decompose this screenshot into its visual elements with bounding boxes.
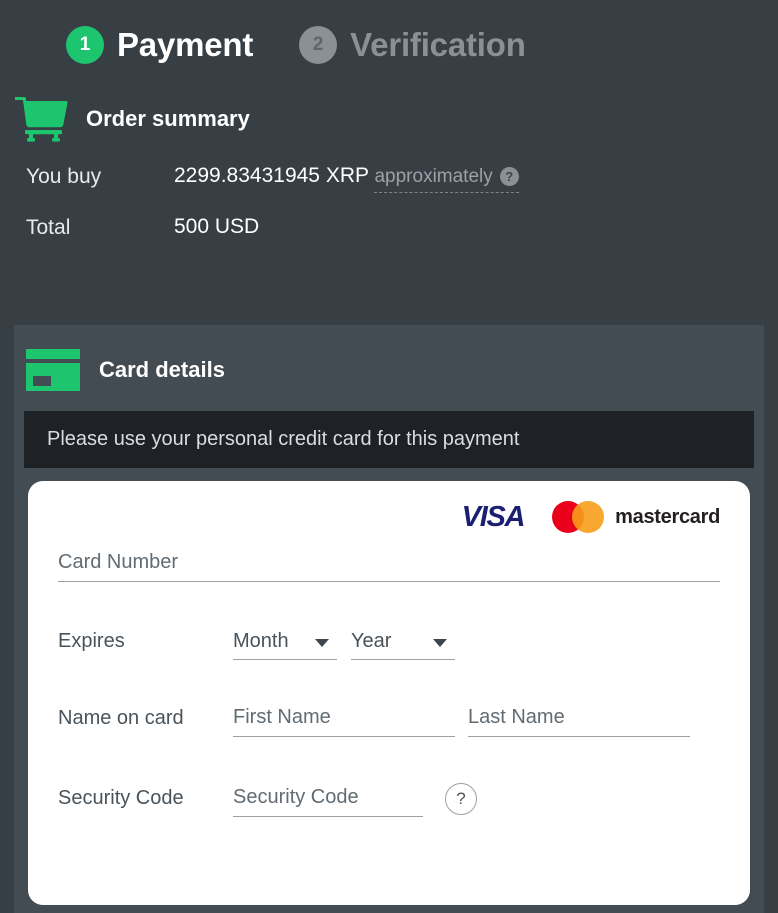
help-circle-icon[interactable]: ? bbox=[499, 167, 519, 187]
total-label: Total bbox=[26, 215, 71, 239]
approximately-label: approximately bbox=[374, 166, 493, 187]
expires-label: Expires bbox=[58, 630, 125, 652]
security-code-label: Security Code bbox=[58, 787, 184, 809]
card-details-panel: Card details Please use your personal cr… bbox=[14, 325, 764, 913]
first-name-input[interactable] bbox=[233, 706, 455, 737]
card-details-header: Card details bbox=[14, 325, 764, 392]
name-on-card-row: Name on card bbox=[58, 706, 720, 737]
checkout-steps: 1 Payment 2 Verification bbox=[0, 0, 778, 64]
security-code-input[interactable] bbox=[233, 786, 423, 817]
step-payment[interactable]: 1 Payment bbox=[66, 26, 253, 64]
step-payment-label: Payment bbox=[117, 26, 254, 63]
expiry-year-wrap: Year bbox=[337, 630, 455, 660]
card-notice-banner: Please use your personal credit card for… bbox=[24, 411, 754, 468]
summary-row-you-buy: You buy 2299.83431945 XRP approximately … bbox=[26, 163, 778, 193]
expires-row: Expires Month Year bbox=[58, 630, 720, 660]
you-buy-label: You buy bbox=[26, 165, 102, 188]
order-summary-title: Order summary bbox=[86, 106, 250, 131]
summary-row-total: Total 500 USD bbox=[26, 214, 778, 240]
accepted-card-brands: VISA mastercard bbox=[58, 497, 720, 537]
last-name-input[interactable] bbox=[468, 706, 690, 737]
security-code-help-icon[interactable]: ? bbox=[445, 783, 477, 815]
total-value: 500 USD bbox=[174, 214, 260, 238]
card-details-title: Card details bbox=[99, 357, 225, 382]
mastercard-logo: mastercard bbox=[552, 501, 720, 533]
step-verification[interactable]: 2 Verification bbox=[299, 26, 526, 64]
approximately-tooltip[interactable]: approximately ? bbox=[374, 165, 519, 193]
card-notice-text: Please use your personal credit card for… bbox=[47, 428, 520, 450]
card-number-input[interactable] bbox=[58, 551, 720, 582]
expiry-year-select[interactable]: Year bbox=[351, 630, 455, 660]
you-buy-value-group: 2299.83431945 XRP approximately ? bbox=[174, 163, 519, 193]
name-on-card-label: Name on card bbox=[58, 707, 184, 729]
order-summary-header: Order summary bbox=[14, 95, 778, 143]
order-summary-rows: You buy 2299.83431945 XRP approximately … bbox=[14, 163, 778, 240]
visa-logo: VISA bbox=[461, 500, 526, 533]
expiry-month-wrap: Month bbox=[233, 630, 337, 660]
mastercard-wordmark: mastercard bbox=[615, 505, 720, 528]
card-number-row bbox=[58, 551, 720, 582]
card-form: VISA mastercard Expires Month bbox=[28, 481, 750, 905]
order-summary: Order summary You buy 2299.83431945 XRP … bbox=[0, 64, 778, 240]
step-payment-badge: 1 bbox=[66, 26, 104, 64]
mastercard-circles-icon bbox=[552, 501, 605, 533]
step-verification-label: Verification bbox=[350, 26, 526, 63]
shopping-cart-icon bbox=[14, 97, 68, 142]
credit-card-icon bbox=[26, 349, 80, 391]
security-code-row: Security Code ? bbox=[58, 783, 720, 817]
payment-page: 1 Payment 2 Verification Order summary Y… bbox=[0, 0, 778, 913]
expiry-month-select[interactable]: Month bbox=[233, 630, 337, 660]
step-verification-badge: 2 bbox=[299, 26, 338, 64]
you-buy-amount: 2299.83431945 XRP bbox=[174, 164, 369, 187]
